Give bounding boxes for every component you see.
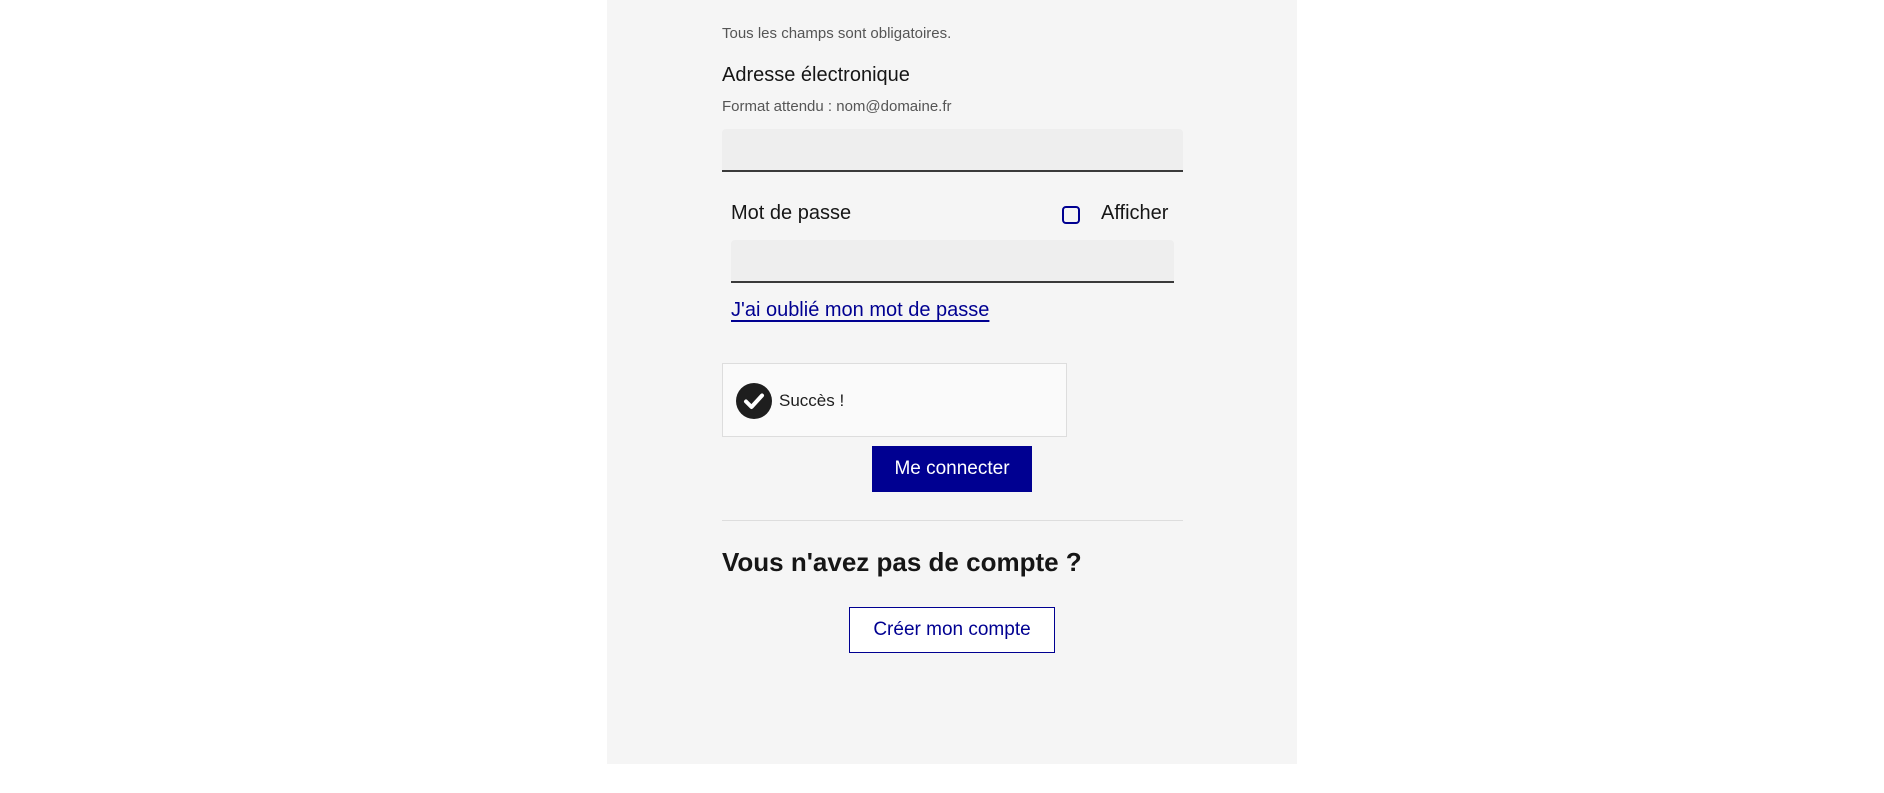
required-fields-hint: Tous les champs sont obligatoires. xyxy=(722,25,952,42)
password-label: Mot de passe xyxy=(731,202,852,224)
password-field[interactable] xyxy=(731,240,1174,283)
check-circle-icon xyxy=(736,383,772,419)
email-field[interactable] xyxy=(722,129,1183,172)
show-password-label[interactable]: Afficher xyxy=(1101,202,1168,225)
divider xyxy=(722,520,1183,521)
captcha-status-text: Succès ! xyxy=(779,391,845,410)
forgot-password-link[interactable]: J'ai oublié mon mot de passe xyxy=(731,299,989,322)
captcha-widget[interactable] xyxy=(722,363,1067,437)
email-format-hint: Format attendu : nom@domaine.fr xyxy=(722,98,952,115)
email-label: Adresse électronique xyxy=(722,64,910,86)
login-button[interactable]: Me connecter xyxy=(872,446,1032,492)
create-account-button[interactable]: Créer mon compte xyxy=(849,607,1055,653)
show-password-checkbox[interactable] xyxy=(1062,206,1080,224)
no-account-heading: Vous n'avez pas de compte ? xyxy=(722,547,1082,577)
